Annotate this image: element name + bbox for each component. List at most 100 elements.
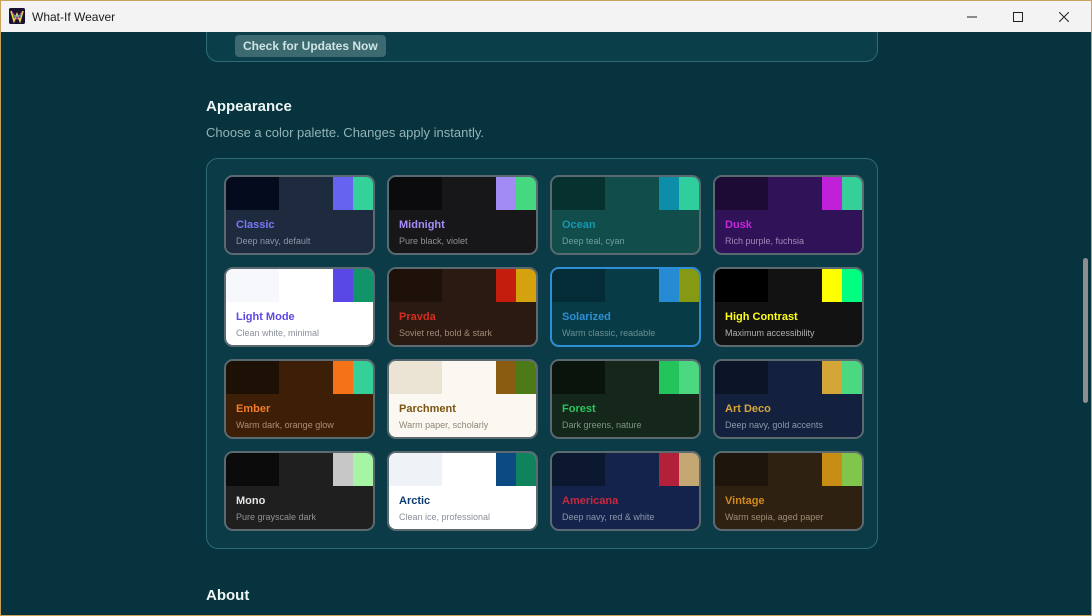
color-swatch xyxy=(389,177,442,210)
palette-swatches xyxy=(226,453,373,486)
palette-description: Pure black, violet xyxy=(399,236,468,246)
color-swatch xyxy=(442,269,496,302)
scrollbar[interactable] xyxy=(1081,32,1091,615)
color-swatch xyxy=(516,269,536,302)
check-updates-button[interactable]: Check for Updates Now xyxy=(235,35,386,57)
palette-card-midnight[interactable]: Midnight Pure black, violet xyxy=(387,175,538,255)
color-swatch xyxy=(389,453,442,486)
app-window: What-If Weaver Check for Updates Now App… xyxy=(0,0,1092,616)
palette-card-light-mode[interactable]: Light Mode Clean white, minimal xyxy=(224,267,375,347)
color-swatch xyxy=(353,361,373,394)
color-swatch xyxy=(659,453,679,486)
palette-name: Dusk xyxy=(725,219,752,231)
minimize-icon xyxy=(967,16,977,17)
color-swatch xyxy=(679,453,699,486)
palette-name: Solarized xyxy=(562,311,611,323)
palette-card-americana[interactable]: Americana Deep navy, red & white xyxy=(550,451,701,531)
palette-description: Rich purple, fuchsia xyxy=(725,236,805,246)
color-swatch xyxy=(516,453,536,486)
palette-name: Americana xyxy=(562,495,619,507)
palette-name: High Contrast xyxy=(725,311,798,323)
color-swatch xyxy=(333,361,353,394)
color-swatch xyxy=(842,361,862,394)
palette-card-high-contrast[interactable]: High Contrast Maximum accessibility xyxy=(713,267,864,347)
palette-swatches xyxy=(715,269,862,302)
color-swatch xyxy=(496,361,516,394)
minimize-button[interactable] xyxy=(949,1,995,32)
palette-panel: Classic Deep navy, default Midnight Pure bl… xyxy=(206,158,878,549)
palette-card-forest[interactable]: Forest Dark greens, nature xyxy=(550,359,701,439)
palette-swatches xyxy=(226,269,373,302)
title-bar: What-If Weaver xyxy=(1,1,1091,32)
palette-swatches xyxy=(552,177,699,210)
color-swatch xyxy=(659,269,679,302)
palette-swatches xyxy=(552,269,699,302)
palette-grid: Classic Deep navy, default Midnight Pure bl… xyxy=(224,175,864,531)
palette-card-pravda[interactable]: Pravda Soviet red, bold & stark xyxy=(387,267,538,347)
palette-name: Forest xyxy=(562,403,596,415)
palette-card-mono[interactable]: Mono Pure grayscale dark xyxy=(224,451,375,531)
palette-name: Arctic xyxy=(399,495,431,507)
palette-description: Deep teal, cyan xyxy=(562,236,625,246)
palette-card-arctic[interactable]: Arctic Clean ice, professional xyxy=(387,451,538,531)
color-swatch xyxy=(279,361,333,394)
color-swatch xyxy=(605,453,659,486)
settings-content: Check for Updates Now Appearance Choose … xyxy=(1,32,1081,615)
appearance-subtitle: Choose a color palette. Changes apply in… xyxy=(206,125,484,140)
palette-card-vintage[interactable]: Vintage Warm sepia, aged paper xyxy=(713,451,864,531)
color-swatch xyxy=(552,177,605,210)
palette-name: Vintage xyxy=(725,495,765,507)
color-swatch xyxy=(333,453,353,486)
color-swatch xyxy=(605,177,659,210)
scrollbar-thumb[interactable] xyxy=(1083,258,1088,403)
palette-description: Warm paper, scholarly xyxy=(399,420,489,430)
palette-card-solarized[interactable]: Solarized Warm classic, readable xyxy=(550,267,701,347)
color-swatch xyxy=(659,177,679,210)
color-swatch xyxy=(279,453,333,486)
palette-swatches xyxy=(715,453,862,486)
color-swatch xyxy=(226,361,279,394)
palette-description: Dark greens, nature xyxy=(562,420,642,430)
color-swatch xyxy=(389,269,442,302)
color-swatch xyxy=(715,361,768,394)
palette-name: Ocean xyxy=(562,219,596,231)
color-swatch xyxy=(715,269,768,302)
palette-name: Parchment xyxy=(399,403,456,415)
window-title: What-If Weaver xyxy=(32,10,116,24)
palette-name: Light Mode xyxy=(236,311,295,323)
color-swatch xyxy=(552,453,605,486)
about-title: About xyxy=(206,587,250,604)
color-swatch xyxy=(822,453,842,486)
maximize-button[interactable] xyxy=(995,1,1041,32)
palette-description: Deep navy, red & white xyxy=(562,512,655,522)
color-swatch xyxy=(605,361,659,394)
appearance-title: Appearance xyxy=(206,98,292,115)
color-swatch xyxy=(279,177,333,210)
palette-name: Classic xyxy=(236,219,275,231)
color-swatch xyxy=(768,177,822,210)
color-swatch xyxy=(552,269,605,302)
color-swatch xyxy=(442,453,496,486)
color-swatch xyxy=(442,361,496,394)
color-swatch xyxy=(679,177,699,210)
close-button[interactable] xyxy=(1041,1,1087,32)
palette-name: Mono xyxy=(236,495,266,507)
color-swatch xyxy=(822,361,842,394)
palette-description: Warm dark, orange glow xyxy=(236,420,334,430)
palette-card-parchment[interactable]: Parchment Warm paper, scholarly xyxy=(387,359,538,439)
palette-card-ember[interactable]: Ember Warm dark, orange glow xyxy=(224,359,375,439)
color-swatch xyxy=(679,361,699,394)
color-swatch xyxy=(768,361,822,394)
palette-card-ocean[interactable]: Ocean Deep teal, cyan xyxy=(550,175,701,255)
palette-description: Warm classic, readable xyxy=(562,328,656,338)
color-swatch xyxy=(333,269,353,302)
palette-swatches xyxy=(226,177,373,210)
palette-card-dusk[interactable]: Dusk Rich purple, fuchsia xyxy=(713,175,864,255)
palette-card-classic[interactable]: Classic Deep navy, default xyxy=(224,175,375,255)
palette-swatches xyxy=(552,361,699,394)
color-swatch xyxy=(496,453,516,486)
palette-swatches xyxy=(389,361,536,394)
color-swatch xyxy=(679,269,699,302)
color-swatch xyxy=(333,177,353,210)
palette-card-art-deco[interactable]: Art Deco Deep navy, gold accents xyxy=(713,359,864,439)
